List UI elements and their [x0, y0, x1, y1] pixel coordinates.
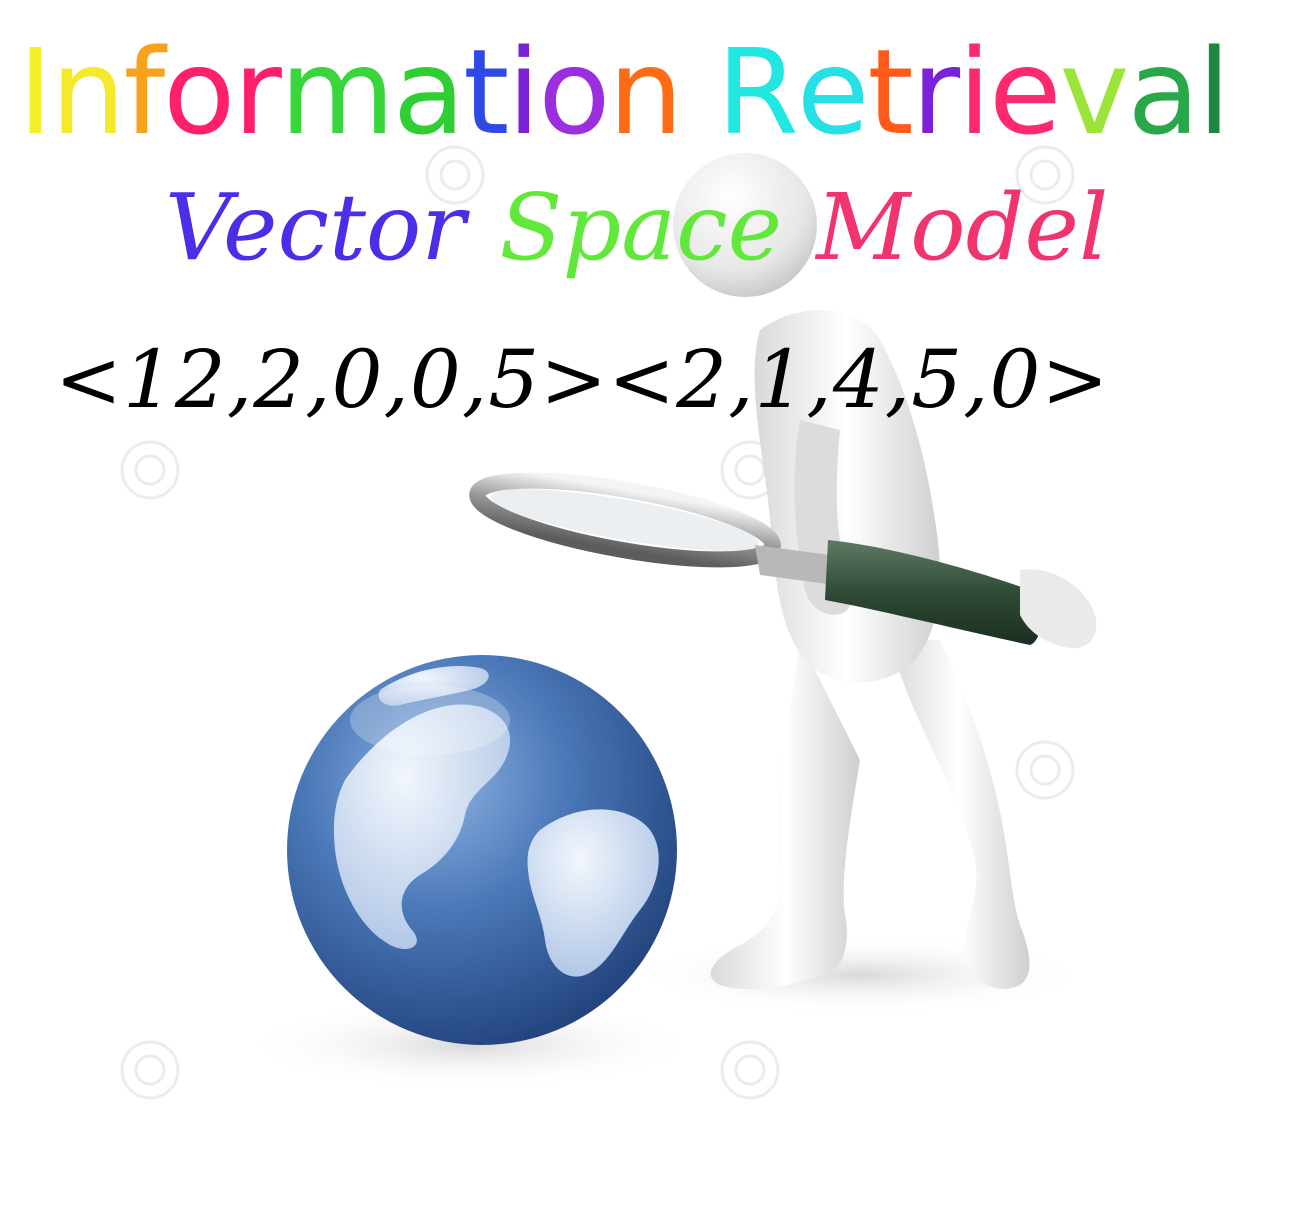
- title-letter: e: [988, 23, 1062, 161]
- subtitle-word-model: Model: [816, 174, 1109, 281]
- image-stage: Information Retrieval Vector Space Model <…: [0, 0, 1300, 1229]
- title-letter: l: [1197, 23, 1231, 161]
- title-letter: f: [123, 23, 166, 161]
- title-letter: R: [716, 23, 799, 161]
- title-letter: a: [392, 23, 465, 161]
- subtitle: Vector Space Model: [165, 168, 1265, 288]
- title-letter: r: [911, 23, 960, 161]
- title-letter: e: [796, 23, 870, 161]
- title-letter: i: [958, 23, 991, 161]
- vector-examples: <12,2,0,0,5><2,1,4,5,0>: [55, 333, 1110, 426]
- title-letter: m: [279, 23, 395, 161]
- title-letter: a: [1127, 23, 1199, 161]
- title-letter: v: [1059, 23, 1130, 161]
- title-letter: i: [507, 23, 540, 161]
- subtitle-word-space: Space: [499, 174, 783, 281]
- page-title: Information Retrieval: [18, 22, 1288, 162]
- globe: [287, 655, 677, 1045]
- title-letter: r: [233, 23, 281, 161]
- title-letter: n: [50, 23, 126, 161]
- subtitle-word-vector: Vector: [165, 174, 466, 281]
- title-letter: n: [608, 23, 683, 161]
- title-letter: [681, 22, 717, 162]
- title-letter: t: [867, 23, 913, 161]
- title-letter: o: [163, 23, 235, 161]
- title-letter: t: [463, 23, 509, 161]
- title-letter: I: [18, 23, 53, 161]
- title-letter: o: [538, 23, 610, 161]
